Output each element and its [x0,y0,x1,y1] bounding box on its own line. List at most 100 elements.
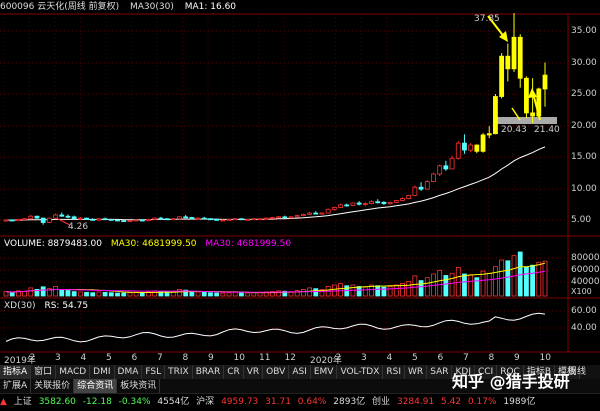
extension-tab[interactable]: 板块资讯 [117,379,161,393]
indicator-tab[interactable]: 窗口 [31,365,57,379]
volume-bar [220,292,226,297]
candle-body [158,217,164,220]
indicator-tab[interactable]: TRIX [165,365,193,379]
time-tick: 5 [412,353,418,363]
volume-bar [462,273,467,297]
indicator-tab[interactable]: OBV [263,365,290,379]
volume-bar [524,266,529,297]
extension-tab[interactable]: 综合资讯 [74,379,118,393]
volume-bar [480,270,486,297]
volume-bar [381,286,387,297]
volume-tick: 40000 [571,277,600,287]
candle-body [276,216,281,219]
indicator-tab[interactable]: SAR [427,365,453,379]
indicator-tab[interactable]: ASI [289,365,311,379]
candle-body [90,218,96,221]
cy-percent: 0.17% [467,397,497,407]
candle-body [462,142,467,151]
volume-bar [251,292,257,297]
volume-bar [84,291,89,297]
low-annotation-2: 21.40 [534,125,560,135]
candle-body [28,215,34,220]
cy-amount: 1989亿 [503,397,536,407]
time-tick: 9 [208,353,214,363]
candle-body [511,36,517,70]
candle-body [418,186,424,190]
volume-bar [468,274,474,297]
candle-body [499,55,505,97]
candle-body [294,215,300,218]
candle-body [381,201,387,205]
candle-body [40,217,46,223]
indicator-tab[interactable]: BRAR [192,365,225,379]
volume-bar [177,288,182,297]
candle-body [220,219,226,222]
candle-body [71,216,77,220]
price-tick: 10.00 [571,184,597,194]
indicator-tab[interactable]: DMA [114,365,143,379]
candle-body [424,181,430,190]
volume-bar [139,292,145,297]
volume-bar [40,286,46,297]
period-label[interactable]: 周线 [568,365,586,379]
indicator-tab[interactable]: CR [224,365,244,379]
time-tick: 10 [233,353,245,363]
volume-bar [28,287,34,297]
candle-body [455,142,461,159]
xd-rs: RS: 54.75 [44,301,89,311]
candle-body [344,204,350,207]
candle-body [338,204,343,208]
candle-body [517,36,523,79]
volume-bar [486,272,492,297]
time-tick: 5 [106,353,112,363]
indicator-tab[interactable]: RSI [383,365,406,379]
watermark: 知乎 @猎手投研 [452,372,570,391]
volume-bar [530,264,536,297]
time-tick: 6 [131,353,138,363]
hs-amount: 2893亿 [333,397,366,407]
volume-bar [59,288,65,297]
candle-body [214,218,220,221]
indicator-tab[interactable]: VOL-TDX [337,365,384,379]
candle-body [208,218,213,221]
volume-bar [226,292,232,297]
extension-tab[interactable]: 扩展A [0,379,32,393]
sh-value: 3582.60 [38,397,76,407]
volume-bar [455,266,461,297]
volume-bar [195,291,201,297]
price-tick: 30.00 [571,58,597,68]
volume-bar [108,292,114,297]
extension-tab[interactable]: 关联报价 [31,379,75,393]
hs-percent: 0.64% [297,397,327,407]
indicator-tab[interactable]: DMI [90,365,115,379]
xd-header: XD(30) RS: 54.75 [4,300,94,312]
time-tick: 8 [182,353,189,363]
candle-body [84,217,89,220]
candle-body [331,206,337,210]
volume-bar [232,291,238,297]
volume-bar [542,260,548,297]
candle-body [369,201,374,205]
candle-body [108,218,114,221]
indicator-tab[interactable]: 指标A [0,365,32,379]
up-arrow-icon: ▲ [0,397,7,407]
candle-body [474,144,480,152]
candle-body [146,218,151,222]
candle-body [437,165,443,175]
time-tick: 3 [361,353,367,363]
candle-body [468,144,474,151]
start-low-annotation: 4.26 [68,222,89,232]
volume-bar [90,292,96,297]
candle-body [431,173,436,182]
indicator-tab[interactable]: WR [405,365,428,379]
indicator-tab[interactable]: VR [243,365,264,379]
candle-body [406,195,412,199]
indicator-tab[interactable]: FSL [142,365,166,379]
indicator-tab[interactable]: EMV [310,365,338,379]
candle-body [15,218,21,222]
candle-body [257,218,263,221]
time-tick: 4 [386,353,393,363]
indicator-tab[interactable]: MACD [56,365,91,379]
candle-body [65,215,71,218]
volume-bar [71,291,77,297]
